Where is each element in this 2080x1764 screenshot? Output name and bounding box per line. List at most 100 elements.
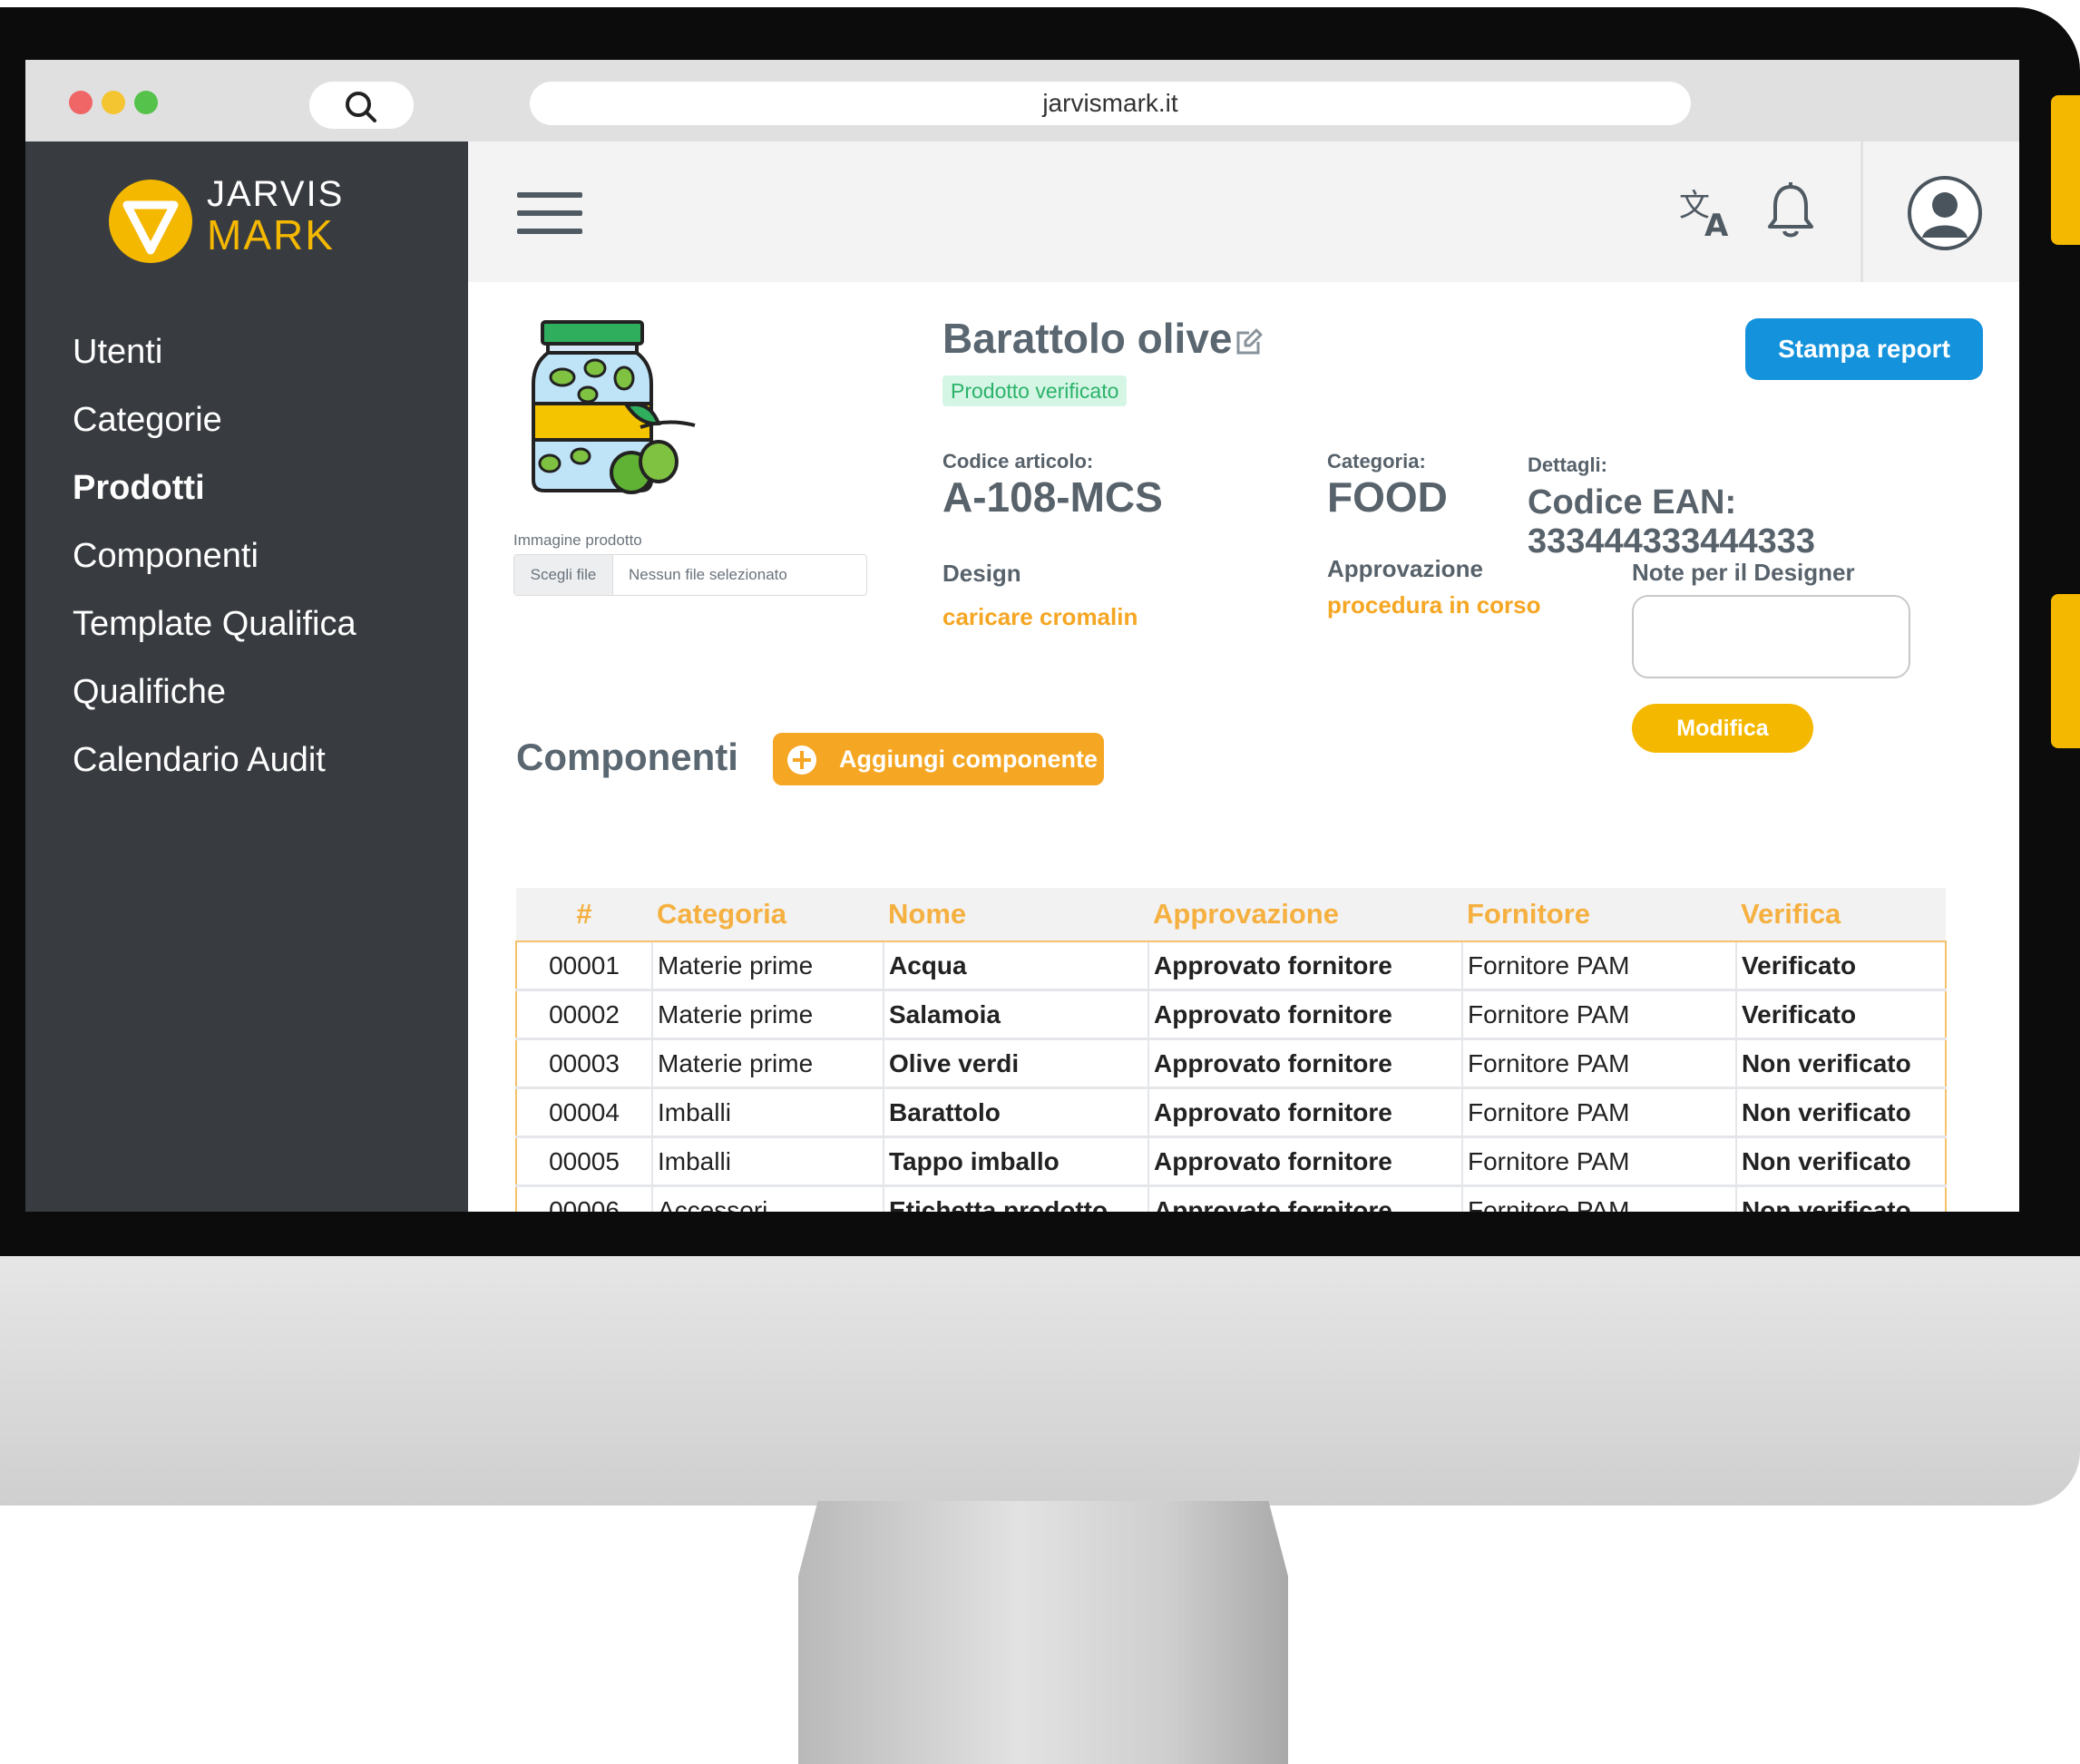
logo-icon xyxy=(109,180,192,263)
search-icon xyxy=(346,92,376,122)
designer-notes-field[interactable] xyxy=(1632,595,1910,678)
cell-verifica: Non verificato xyxy=(1735,1135,1947,1186)
cell-approvazione: Approvato fornitore xyxy=(1147,1087,1462,1137)
side-decoration xyxy=(2051,95,2080,245)
cell-verifica: Non verificato xyxy=(1735,1038,1947,1088)
choose-file-button[interactable]: Scegli file xyxy=(514,555,613,595)
sidebar-item-componenti[interactable]: Componenti xyxy=(73,522,356,590)
cell-categoria: Materie prime xyxy=(651,940,884,990)
cell-categoria: Imballi xyxy=(651,1135,884,1186)
menu-icon[interactable] xyxy=(517,192,582,247)
table-row[interactable]: 00001 Materie prime Acqua Approvato forn… xyxy=(515,940,1947,990)
cell-id: 00002 xyxy=(515,989,652,1039)
dettagli-label: Dettagli: xyxy=(1528,453,1607,476)
cell-nome: Olive verdi xyxy=(883,1038,1148,1088)
cell-categoria: Materie prime xyxy=(651,989,884,1039)
window-minimize-button[interactable] xyxy=(102,91,125,114)
approvazione-value: procedura in corso xyxy=(1327,591,1541,619)
categoria-value: FOOD xyxy=(1327,473,1448,521)
brand-logo: JARVIS MARK xyxy=(107,174,352,267)
cell-id: 00003 xyxy=(515,1038,652,1088)
column-header[interactable]: Categoria xyxy=(652,888,884,941)
dettagli-value: Codice EAN: 333444333444333 xyxy=(1528,483,1816,560)
edit-icon[interactable] xyxy=(1233,327,1264,358)
sidebar-item-calendario-audit[interactable]: Calendario Audit xyxy=(73,726,356,794)
sidebar: JARVIS MARK Utenti Categorie Prodotti Co… xyxy=(25,141,468,1212)
translate-icon[interactable]: 文 A xyxy=(1677,183,1735,241)
topbar-divider xyxy=(1860,141,1863,282)
bell-icon[interactable] xyxy=(1765,181,1816,241)
add-circle-icon xyxy=(787,746,816,775)
file-input[interactable]: Scegli file Nessun file selezionato xyxy=(513,554,867,596)
column-header[interactable]: # xyxy=(516,888,652,941)
notes-label: Note per il Designer xyxy=(1632,559,1855,586)
status-badge: Prodotto verificato xyxy=(942,375,1128,406)
codice-label: Codice articolo: xyxy=(942,450,1094,473)
cell-nome: Tappo imballo xyxy=(883,1135,1148,1186)
sidebar-item-utenti[interactable]: Utenti xyxy=(73,318,356,386)
cell-fornitore: Fornitore PAM xyxy=(1461,940,1736,990)
table-row[interactable]: 00002 Materie prime Salamoia Approvato f… xyxy=(515,989,1947,1039)
components-table: # Categoria Nome Approvazione Fornitore … xyxy=(515,888,1947,1212)
file-name: Nessun file selezionato xyxy=(629,566,787,583)
olive-jar-image xyxy=(532,320,696,494)
approvazione-label: Approvazione xyxy=(1327,555,1483,582)
add-component-button[interactable]: Aggiungi componente xyxy=(773,733,1104,785)
browser-bar: jarvismark.it xyxy=(25,60,2019,141)
top-bar: 文 A xyxy=(468,141,2019,282)
categoria-label: Categoria: xyxy=(1327,450,1426,473)
window-maximize-button[interactable] xyxy=(134,91,158,114)
sidebar-nav: Utenti Categorie Prodotti Componenti Tem… xyxy=(73,318,356,794)
column-header[interactable]: Fornitore xyxy=(1462,888,1736,941)
cell-verifica: Verificato xyxy=(1735,940,1947,990)
sidebar-item-prodotti[interactable]: Prodotti xyxy=(73,454,356,522)
codice-value: A-108-MCS xyxy=(942,473,1163,521)
monitor-chin xyxy=(0,1256,2080,1506)
cell-nome: Etichetta prodotto xyxy=(883,1184,1148,1212)
svg-text:A: A xyxy=(1704,208,1729,241)
cell-fornitore: Fornitore PAM xyxy=(1461,1038,1736,1088)
cell-categoria: Imballi xyxy=(651,1087,884,1137)
cell-categoria: Accessori xyxy=(651,1184,884,1212)
cell-categoria: Materie prime xyxy=(651,1038,884,1088)
screen: jarvismark.it JARVIS MARK Utenti Categor… xyxy=(25,60,2019,1212)
address-bar[interactable]: jarvismark.it xyxy=(530,82,1691,125)
column-header[interactable]: Approvazione xyxy=(1148,888,1462,941)
design-value: caricare cromalin xyxy=(942,603,1138,630)
cell-fornitore: Fornitore PAM xyxy=(1461,989,1736,1039)
browser-search-button[interactable] xyxy=(309,82,414,129)
cell-approvazione: Approvato fornitore xyxy=(1147,1038,1462,1088)
print-report-button[interactable]: Stampa report xyxy=(1745,318,1983,380)
table-row[interactable]: 00004 Imballi Barattolo Approvato fornit… xyxy=(515,1087,1947,1137)
sidebar-item-qualifiche[interactable]: Qualifiche xyxy=(73,658,356,726)
cell-fornitore: Fornitore PAM xyxy=(1461,1087,1736,1137)
modify-button[interactable]: Modifica xyxy=(1632,704,1813,753)
window-close-button[interactable] xyxy=(69,91,93,114)
user-avatar-icon[interactable] xyxy=(1906,174,1984,252)
image-label: Immagine prodotto xyxy=(513,531,642,549)
side-decoration xyxy=(2051,594,2080,748)
components-title: Componenti xyxy=(516,736,738,778)
cell-approvazione: Approvato fornitore xyxy=(1147,1184,1462,1212)
cell-approvazione: Approvato fornitore xyxy=(1147,989,1462,1039)
cell-nome: Barattolo xyxy=(883,1087,1148,1137)
cell-nome: Salamoia xyxy=(883,989,1148,1039)
cell-id: 00006 xyxy=(515,1184,652,1212)
cell-nome: Acqua xyxy=(883,940,1148,990)
table-row[interactable]: 00006 Accessori Etichetta prodotto Appro… xyxy=(515,1184,1947,1212)
column-header[interactable]: Verifica xyxy=(1736,888,1946,941)
sidebar-item-template-qualifica[interactable]: Template Qualifica xyxy=(73,590,356,658)
cell-verifica: Non verificato xyxy=(1735,1087,1947,1137)
cell-fornitore: Fornitore PAM xyxy=(1461,1184,1736,1212)
cell-verifica: Non verificato xyxy=(1735,1184,1947,1212)
cell-id: 00004 xyxy=(515,1087,652,1137)
column-header[interactable]: Nome xyxy=(884,888,1148,941)
cell-id: 00001 xyxy=(515,940,652,990)
table-row[interactable]: 00005 Imballi Tappo imballo Approvato fo… xyxy=(515,1135,1947,1186)
table-header-row: # Categoria Nome Approvazione Fornitore … xyxy=(516,888,1946,941)
monitor-stand xyxy=(798,1501,1288,1764)
table-row[interactable]: 00003 Materie prime Olive verdi Approvat… xyxy=(515,1038,1947,1088)
product-title: Barattolo olive xyxy=(942,315,1233,362)
cell-approvazione: Approvato fornitore xyxy=(1147,1135,1462,1186)
sidebar-item-categorie[interactable]: Categorie xyxy=(73,386,356,454)
